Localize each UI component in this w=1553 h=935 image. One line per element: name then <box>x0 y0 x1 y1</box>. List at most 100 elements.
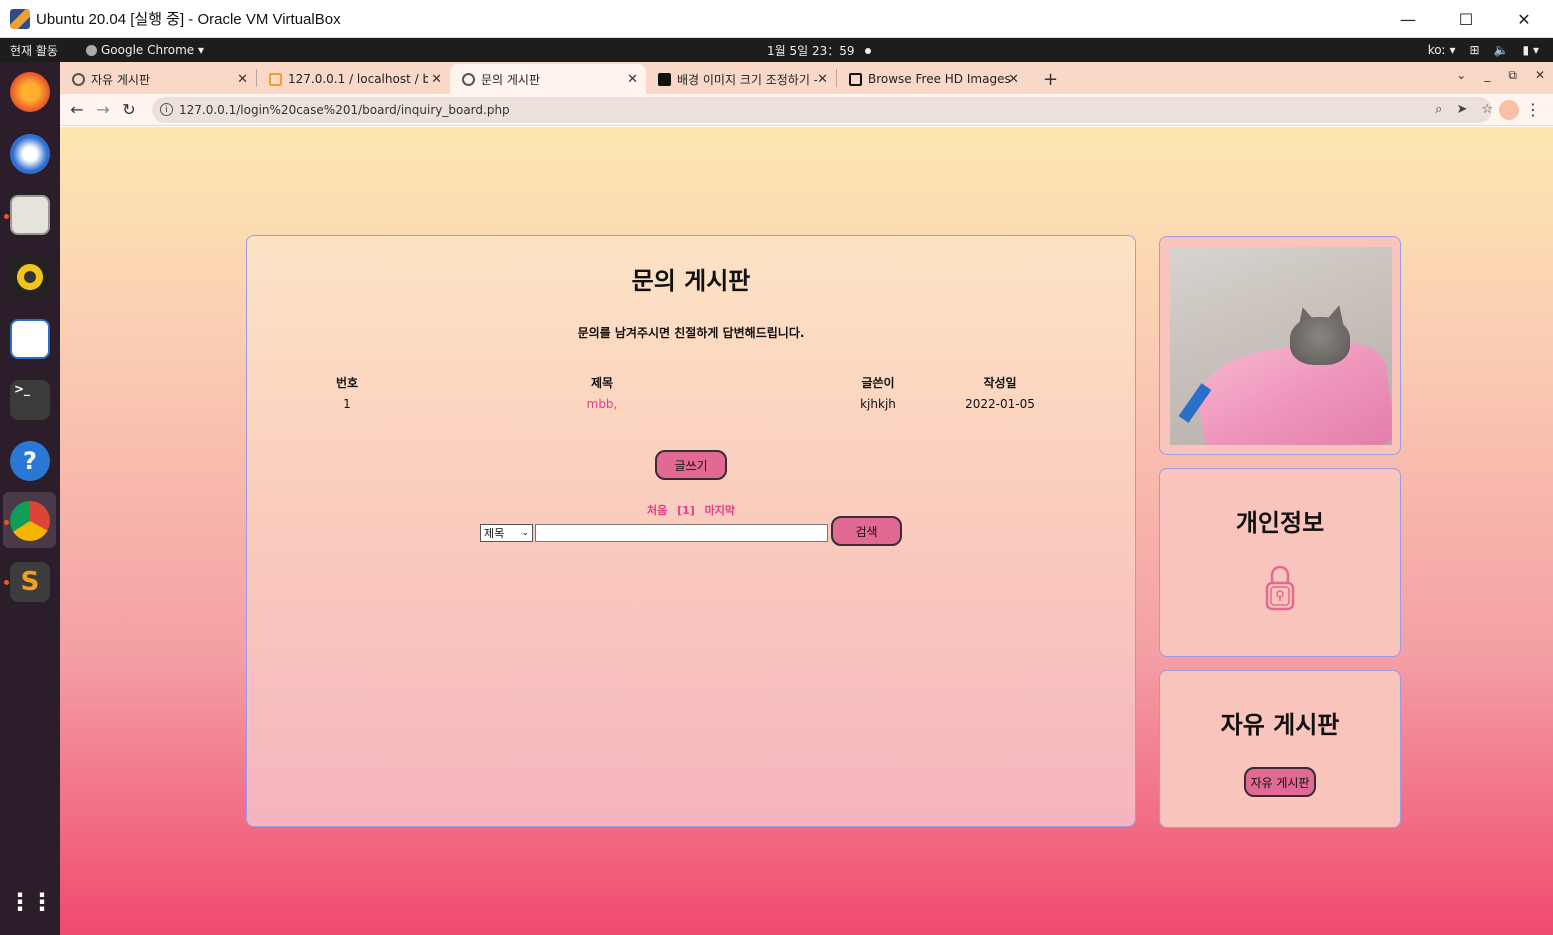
post-subject-link[interactable]: mbb, <box>552 397 652 411</box>
system-tray: koː ▾ ⊞ 🔈 ▮ ▾ <box>1428 43 1539 57</box>
close-icon[interactable]: ✕ <box>1008 72 1019 87</box>
column-header-date: 작성일 <box>983 376 1017 390</box>
chrome-menu-icon[interactable]: ⋮ <box>1525 100 1541 119</box>
window-title: Ubuntu 20.04 [실행 중] - Oracle VM VirtualB… <box>36 11 341 28</box>
reload-button[interactable]: ↻ <box>116 100 142 119</box>
url-text: 127.0.0.1/login%20case%201/board/inquiry… <box>179 102 510 117</box>
search-button[interactable]: 검색 <box>831 516 902 546</box>
tab-phpmyadmin[interactable]: 127.0.0.1 / localhost / bbs ✕ <box>257 64 450 94</box>
network-icon[interactable]: ⊞ <box>1470 43 1480 57</box>
show-apps-icon[interactable]: ⋮⋮ <box>8 882 54 922</box>
info-icon[interactable]: i <box>160 103 173 116</box>
cell-number: 1 <box>343 397 351 411</box>
app-menu-label: Google Chrome ▾ <box>100 43 205 57</box>
thunderbird-icon[interactable] <box>10 134 50 174</box>
zoom-icon[interactable]: ⌕ <box>1435 102 1442 117</box>
free-board-button[interactable]: 자유 게시판 <box>1244 767 1316 797</box>
tabstrip-controls: ⌄ _ ⧉ ✕ <box>1456 68 1545 83</box>
files-icon[interactable] <box>10 195 50 235</box>
pagination: 처음 [1] 마지막 <box>247 502 1135 518</box>
kitten-photo <box>1170 247 1392 445</box>
pager-first[interactable]: 처음 <box>647 504 667 517</box>
site-icon <box>658 72 671 86</box>
app-menu[interactable]: Google Chrome ▾ <box>85 43 205 57</box>
tab-search-icon[interactable]: ⌄ <box>1456 68 1466 83</box>
chrome-icon[interactable] <box>10 501 50 541</box>
running-indicator <box>4 580 9 585</box>
bookmark-star-icon[interactable]: ☆ <box>1481 102 1493 117</box>
notification-dot-icon <box>864 48 871 54</box>
bootstrap-icon <box>849 72 862 86</box>
terminal-icon[interactable]: >_ <box>10 380 50 420</box>
pager-current[interactable]: [1] <box>677 504 695 517</box>
chrome-tab-strip: 자유 게시판 ✕ 127.0.0.1 / localhost / bbs ✕ 문… <box>60 62 1553 94</box>
tab-browse-images[interactable]: Browse Free HD Images o ✕ <box>837 64 1027 94</box>
close-icon[interactable]: ✕ <box>237 72 248 87</box>
chrome-small-icon <box>85 44 97 56</box>
send-icon[interactable]: ➤ <box>1456 102 1467 117</box>
pager-last[interactable]: 마지막 <box>705 504 735 517</box>
help-icon[interactable]: ? <box>10 441 50 481</box>
virtualbox-titlebar: Ubuntu 20.04 [실행 중] - Oracle VM VirtualB… <box>0 0 1553 38</box>
profile-avatar[interactable] <box>1499 99 1519 120</box>
tab-free-board[interactable]: 자유 게시판 ✕ <box>60 64 256 94</box>
cell-date: 2022-01-05 <box>965 397 1035 411</box>
search-field-selected: 제목 <box>484 527 505 540</box>
photo-card <box>1159 236 1401 455</box>
activities-button[interactable]: 현재 활동 <box>10 42 58 59</box>
tab-inquiry-board[interactable]: 문의 게시판 ✕ <box>450 64 646 94</box>
minimize-icon[interactable]: _ <box>1484 68 1490 83</box>
maximize-button[interactable]: ☐ <box>1437 0 1495 38</box>
forward-button[interactable]: → <box>90 100 116 119</box>
tab-label: 127.0.0.1 / localhost / bbs <box>288 72 428 86</box>
address-bar[interactable]: i 127.0.0.1/login%20case%201/board/inqui… <box>152 96 1492 123</box>
free-board-title: 자유 게시판 <box>1220 711 1340 739</box>
firefox-icon[interactable] <box>10 72 50 112</box>
profile-card: 개인정보 <box>1159 468 1401 657</box>
globe-icon <box>72 72 85 86</box>
column-author: 글쓴이 kjhkjh <box>843 374 913 411</box>
tab-label: 문의 게시판 <box>481 72 541 87</box>
lock-icon[interactable] <box>1265 563 1295 613</box>
column-number: 번호 1 <box>317 374 377 411</box>
search-input[interactable] <box>535 524 828 542</box>
window-controls: — ☐ ✕ <box>1379 0 1553 38</box>
restore-icon[interactable]: ⧉ <box>1508 68 1517 83</box>
tab-label: 자유 게시판 <box>91 72 151 87</box>
search-field-select[interactable]: 제목 ⌄ <box>480 524 533 542</box>
column-header-number: 번호 <box>335 376 359 390</box>
tab-label: 배경 이미지 크기 조정하기 - <box>677 72 817 87</box>
clock[interactable]: 1월 5일 23：59 <box>767 42 871 59</box>
volume-icon[interactable]: 🔈 <box>1494 43 1509 57</box>
web-page: 문의 게시판 문의를 남겨주시면 친절하게 답변해드립니다. 번호 1 제목 m… <box>60 127 1553 935</box>
free-board-card: 자유 게시판 자유 게시판 <box>1159 670 1401 828</box>
omnibox-actions: ⌕ ➤ ☆ <box>1435 102 1493 117</box>
close-icon[interactable]: ✕ <box>1535 68 1545 83</box>
input-method-indicator[interactable]: koː ▾ <box>1428 43 1456 57</box>
running-indicator <box>4 214 9 219</box>
new-tab-button[interactable]: + <box>1043 64 1058 94</box>
close-icon[interactable]: ✕ <box>817 72 828 87</box>
rhythmbox-icon[interactable] <box>10 257 50 297</box>
column-header-subject: 제목 <box>590 376 614 390</box>
battery-icon[interactable]: ▮ ▾ <box>1523 43 1539 57</box>
close-window-button[interactable]: ✕ <box>1495 0 1553 38</box>
profile-title: 개인정보 <box>1235 509 1325 537</box>
close-icon[interactable]: ✕ <box>627 72 638 87</box>
phpmyadmin-icon <box>269 72 282 86</box>
tab-background-resize[interactable]: 배경 이미지 크기 조정하기 - ✕ <box>646 64 836 94</box>
ubuntu-dock: >_ ? S ⋮⋮ <box>0 62 60 935</box>
minimize-button[interactable]: — <box>1379 0 1437 38</box>
close-icon[interactable]: ✕ <box>431 72 442 87</box>
running-indicator <box>4 520 9 525</box>
sublime-text-icon[interactable]: S <box>10 562 50 602</box>
globe-icon <box>462 72 475 86</box>
tab-label: Browse Free HD Images o <box>868 72 1013 86</box>
column-header-author: 글쓴이 <box>861 376 895 390</box>
chevron-down-icon: ⌄ <box>521 528 529 538</box>
cell-author: kjhkjh <box>860 397 896 411</box>
write-button[interactable]: 글쓰기 <box>655 450 727 480</box>
ubuntu-top-bar: 현재 활동 Google Chrome ▾ 1월 5일 23：59 koː ▾ … <box>0 38 1553 62</box>
back-button[interactable]: ← <box>64 100 90 119</box>
writer-icon[interactable] <box>10 319 50 359</box>
